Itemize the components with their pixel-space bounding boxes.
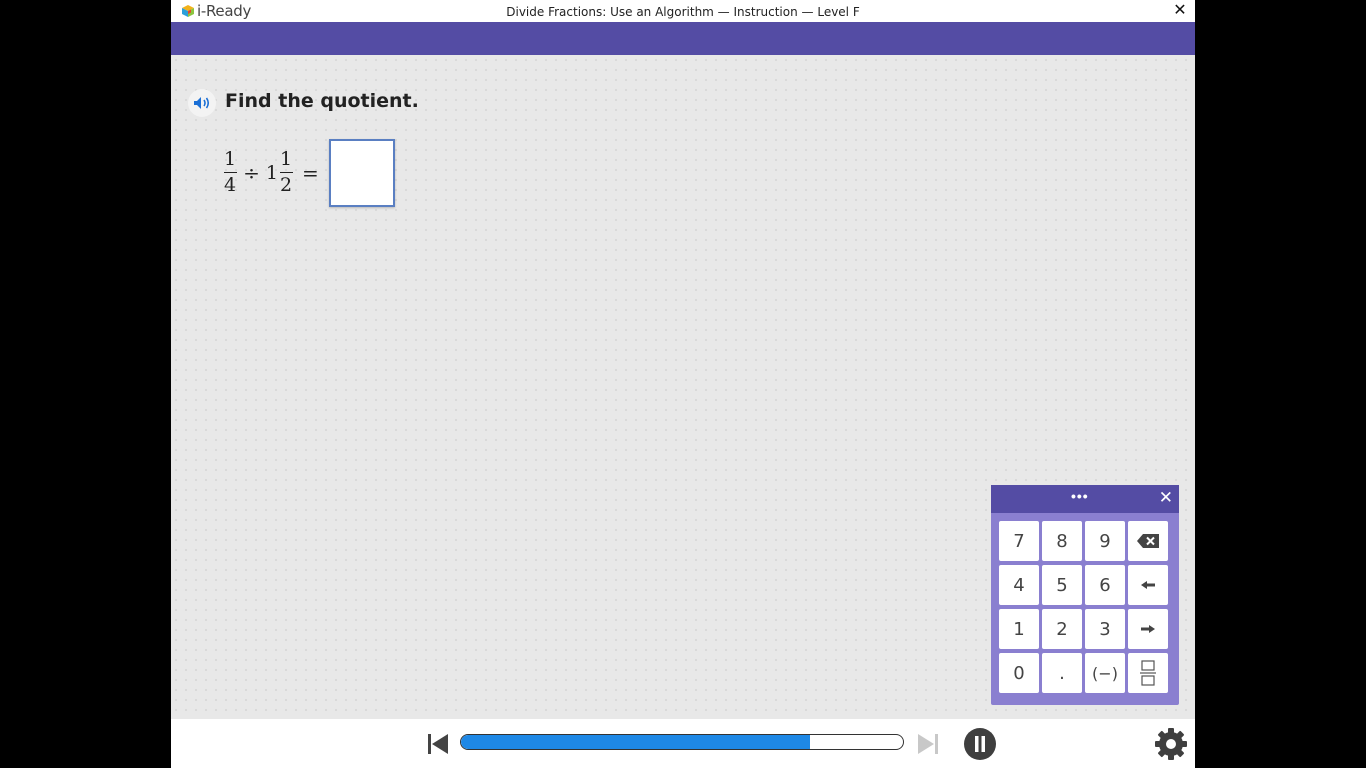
progress-fill xyxy=(461,735,811,749)
key-arrow-left[interactable] xyxy=(1128,565,1168,605)
key-negative[interactable]: (−) xyxy=(1085,653,1125,693)
fraction-bar xyxy=(279,171,293,174)
keypad-header: ••• ✕ xyxy=(991,485,1179,513)
key-8[interactable]: 8 xyxy=(1042,521,1082,561)
answer-input-box[interactable] xyxy=(328,138,395,207)
pause-icon xyxy=(975,736,985,752)
lesson-content: Find the quotient. 1 4 ÷ 1 1 2 = ••• ✕ 7… xyxy=(171,55,1195,719)
key-9[interactable]: 9 xyxy=(1085,521,1125,561)
key-decimal[interactable]: . xyxy=(1042,653,1082,693)
keypad-keys: 7 8 9 4 5 6 1 2 3 0 . (−) xyxy=(999,521,1168,693)
lesson-title: Divide Fractions: Use an Algorithm — Ins… xyxy=(506,5,860,19)
key-2[interactable]: 2 xyxy=(1042,609,1082,649)
pause-button[interactable] xyxy=(964,728,996,760)
divide-operator: ÷ xyxy=(243,160,260,185)
key-3[interactable]: 3 xyxy=(1085,609,1125,649)
title-bar: i-Ready Divide Fractions: Use an Algorit… xyxy=(171,0,1195,22)
fraction-numerator: 1 xyxy=(279,147,293,170)
close-lesson-button[interactable]: ✕ xyxy=(1171,1,1189,21)
keypad-close-button[interactable]: ✕ xyxy=(1159,488,1173,508)
key-0[interactable]: 0 xyxy=(999,653,1039,693)
fraction-bar xyxy=(223,171,237,174)
key-backspace[interactable] xyxy=(1128,521,1168,561)
mixed-number-whole: 1 xyxy=(265,161,278,184)
fraction-one-half: 1 2 xyxy=(279,147,293,197)
key-1[interactable]: 1 xyxy=(999,609,1039,649)
backspace-icon xyxy=(1137,534,1159,548)
math-keypad: ••• ✕ 7 8 9 4 5 6 1 2 3 0 . (−) xyxy=(991,485,1179,705)
skip-back-icon[interactable] xyxy=(427,733,449,755)
key-fraction[interactable] xyxy=(1128,653,1168,693)
fraction-one-quarter: 1 4 xyxy=(223,147,237,197)
header-bar xyxy=(171,22,1195,55)
key-7[interactable]: 7 xyxy=(999,521,1039,561)
fraction-denominator: 2 xyxy=(279,174,293,197)
skip-forward-icon xyxy=(918,734,938,754)
iready-window: i-Ready Divide Fractions: Use an Algorit… xyxy=(171,0,1195,768)
player-controls xyxy=(171,719,1195,768)
question-prompt: Find the quotient. xyxy=(225,90,419,112)
fraction-icon xyxy=(1140,660,1156,686)
equation: 1 4 ÷ 1 1 2 = xyxy=(223,138,395,207)
keypad-drag-handle[interactable]: ••• xyxy=(1071,488,1089,504)
arrow-left-icon xyxy=(1141,581,1155,589)
gear-icon[interactable] xyxy=(1154,727,1188,761)
fraction-denominator: 4 xyxy=(224,174,237,197)
key-5[interactable]: 5 xyxy=(1042,565,1082,605)
key-arrow-right[interactable] xyxy=(1128,609,1168,649)
fraction-numerator: 1 xyxy=(224,147,237,170)
key-6[interactable]: 6 xyxy=(1085,565,1125,605)
equals-sign: = xyxy=(302,160,319,185)
arrow-right-icon xyxy=(1141,625,1155,633)
key-4[interactable]: 4 xyxy=(999,565,1039,605)
lesson-progress-bar[interactable] xyxy=(460,734,904,750)
audio-button[interactable] xyxy=(188,89,216,117)
speaker-icon xyxy=(194,97,210,109)
